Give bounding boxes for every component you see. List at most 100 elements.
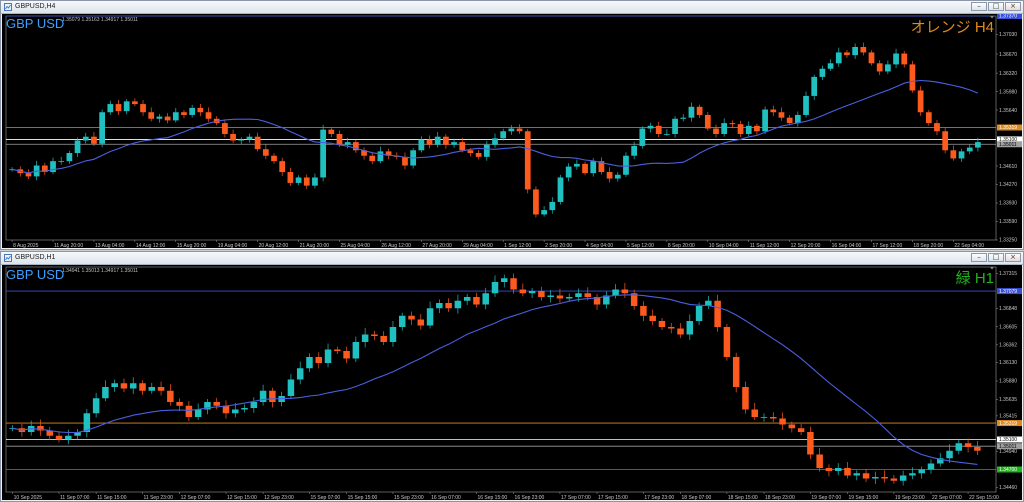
candle[interactable] [649, 315, 656, 321]
candle[interactable] [287, 172, 294, 183]
candle[interactable] [380, 336, 387, 342]
candle[interactable] [844, 52, 850, 56]
candle[interactable] [230, 133, 236, 141]
candle[interactable] [742, 387, 749, 410]
candle[interactable] [934, 123, 940, 132]
close-button[interactable]: × [1005, 2, 1021, 11]
candle[interactable] [958, 151, 965, 159]
candle[interactable] [770, 417, 777, 419]
candle[interactable] [408, 315, 415, 320]
candle[interactable] [860, 46, 867, 53]
candle[interactable] [885, 64, 891, 72]
candle[interactable] [770, 109, 777, 113]
candle[interactable] [232, 409, 239, 414]
candle[interactable] [964, 443, 972, 447]
candle[interactable] [695, 306, 703, 321]
candle[interactable] [459, 142, 466, 151]
candle[interactable] [872, 477, 879, 479]
candle[interactable] [640, 306, 647, 316]
candle[interactable] [492, 138, 498, 145]
candle[interactable] [269, 390, 276, 402]
candle[interactable] [296, 368, 304, 380]
candle[interactable] [205, 112, 212, 119]
candle[interactable] [975, 142, 981, 148]
candle[interactable] [631, 145, 638, 156]
candle[interactable] [238, 139, 245, 141]
candle[interactable] [686, 321, 694, 335]
candle[interactable] [819, 68, 826, 77]
candle[interactable] [129, 383, 137, 389]
candle[interactable] [140, 104, 146, 113]
candle[interactable] [751, 409, 758, 418]
candle[interactable] [369, 155, 376, 162]
candle[interactable] [901, 53, 908, 65]
candle[interactable] [844, 468, 851, 476]
candle[interactable] [876, 63, 883, 72]
candle[interactable] [816, 454, 823, 469]
candle[interactable] [55, 435, 63, 440]
candle[interactable] [909, 64, 916, 91]
candle[interactable] [115, 104, 122, 112]
candle[interactable] [402, 156, 408, 166]
candle[interactable] [336, 133, 343, 145]
candle[interactable] [797, 428, 805, 432]
candle[interactable] [794, 114, 801, 124]
candle[interactable] [111, 383, 118, 387]
candle[interactable] [185, 405, 193, 417]
candle[interactable] [696, 106, 703, 115]
candle[interactable] [807, 432, 814, 455]
candle[interactable] [107, 104, 114, 113]
price-chart[interactable]: 1.37370 1.37030 1.36670 1.36320 1.35980 1.356… [2, 14, 1024, 250]
candle[interactable] [312, 177, 318, 186]
candle[interactable] [942, 131, 949, 151]
candle[interactable] [482, 293, 489, 305]
candle[interactable] [295, 177, 302, 183]
candle[interactable] [82, 136, 89, 141]
candle[interactable] [786, 117, 793, 124]
candle[interactable] [778, 112, 785, 118]
candle[interactable] [547, 295, 554, 298]
candle[interactable] [565, 297, 573, 299]
candle[interactable] [102, 387, 109, 399]
candle[interactable] [573, 163, 580, 167]
candle[interactable] [723, 327, 731, 357]
candle[interactable] [950, 150, 957, 159]
candle[interactable] [172, 112, 179, 121]
candle[interactable] [575, 293, 582, 297]
candle[interactable] [946, 450, 953, 459]
maximize-button[interactable]: □ [988, 253, 1004, 262]
candle[interactable] [306, 357, 313, 369]
candle[interactable] [241, 408, 248, 410]
candle[interactable] [827, 63, 834, 69]
candle[interactable] [737, 124, 744, 134]
candle[interactable] [647, 125, 654, 129]
candle[interactable] [664, 133, 670, 135]
candle[interactable] [565, 166, 572, 178]
candle[interactable] [451, 142, 457, 145]
candle[interactable] [148, 112, 155, 119]
candle[interactable] [320, 129, 326, 178]
candle[interactable] [389, 327, 397, 342]
candle[interactable] [426, 139, 433, 145]
candle[interactable] [181, 112, 187, 115]
candle[interactable] [623, 155, 629, 175]
candle[interactable] [639, 128, 646, 146]
candle[interactable] [361, 334, 369, 343]
chart-area[interactable]: 1.37370 1.37030 1.36670 1.36320 1.35980 1.356… [2, 14, 1024, 250]
candle[interactable] [788, 424, 796, 429]
candle[interactable] [549, 201, 556, 211]
candle[interactable] [475, 153, 482, 157]
candle[interactable] [473, 297, 480, 305]
candle[interactable] [500, 131, 507, 139]
candle[interactable] [729, 123, 736, 125]
candle[interactable] [132, 101, 138, 105]
candle[interactable] [519, 289, 527, 294]
candle[interactable] [881, 477, 888, 479]
candle[interactable] [955, 443, 963, 451]
candle[interactable] [445, 303, 452, 309]
candle[interactable] [803, 95, 809, 115]
candle[interactable] [713, 128, 719, 134]
candle[interactable] [334, 349, 341, 352]
candle[interactable] [92, 398, 100, 414]
candle[interactable] [434, 136, 441, 145]
